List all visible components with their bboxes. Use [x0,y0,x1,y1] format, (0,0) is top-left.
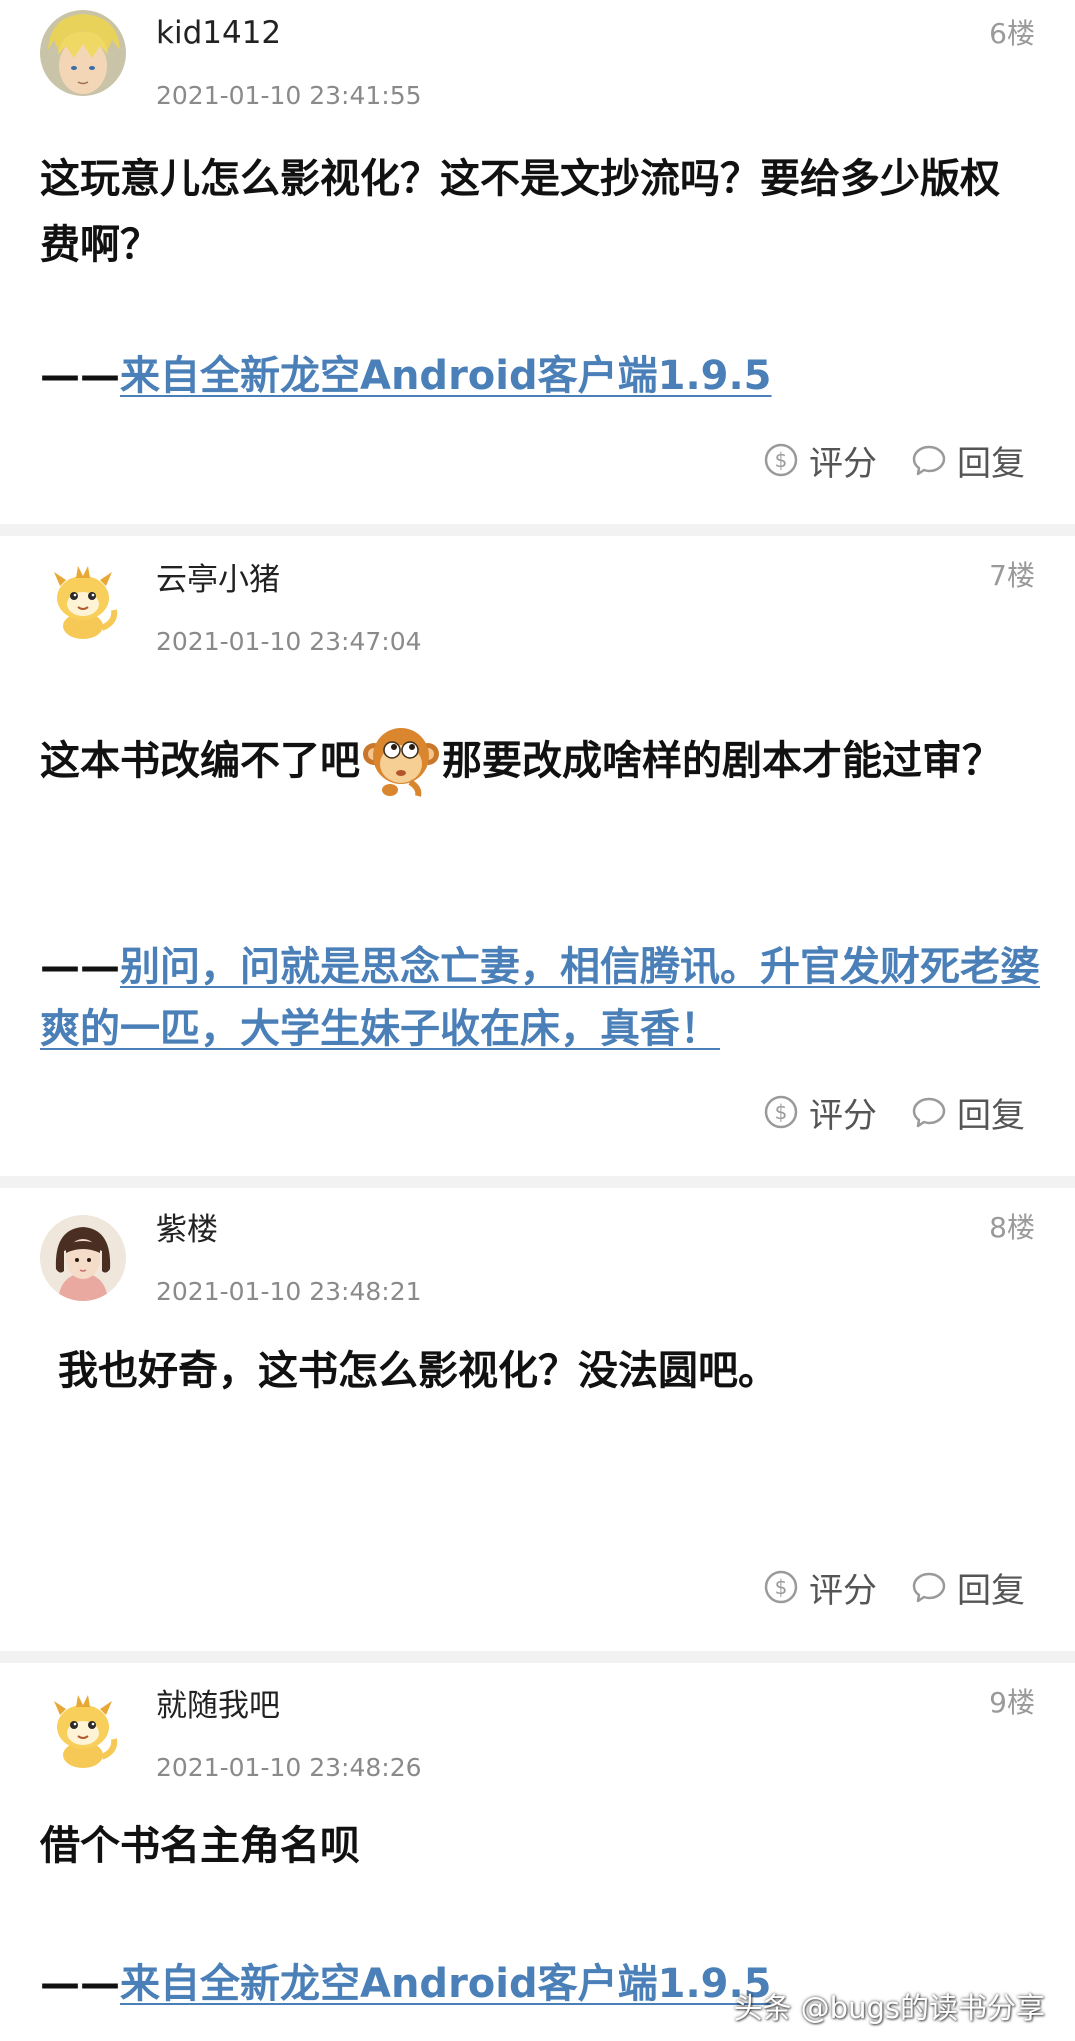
rate-label: 评分 [809,443,877,484]
svg-text:$: $ [775,1575,788,1599]
post-timestamp: 2021-01-10 23:41:55 [156,81,422,110]
floor-number: 8楼 [989,1211,1035,1244]
signature-link[interactable]: 别问，问就是思念亡妻，相信腾讯。升官发财死老婆爽的一匹，大学生妹子收在床，真香！ [40,944,1040,1052]
username[interactable]: 紫楼 [156,1210,218,1250]
floor-number: 6楼 [989,17,1035,50]
svg-text:$: $ [775,1100,788,1124]
post-content-text: 这本书改编不了吧 [40,738,360,784]
signature-dash: —— [40,944,120,990]
post-divider [0,1176,1075,1188]
signature-link[interactable]: 来自全新龙空Android客户端1.9.5 [120,1961,772,2007]
username[interactable]: kid1412 [156,13,281,53]
rate-button[interactable]: $ 评分 [763,1088,877,1137]
reply-label: 回复 [957,1570,1025,1611]
username[interactable]: 云亭小猪 [156,560,280,600]
rate-button[interactable]: $ 评分 [763,436,877,485]
coin-icon: $ [764,1095,798,1129]
post-divider [0,524,1075,536]
floor-number: 9楼 [989,1686,1035,1719]
speech-bubble-icon [912,445,946,476]
post-actions: $ 评分 回复 [763,436,1025,485]
post-divider [0,1651,1075,1663]
coin-icon: $ [764,443,798,477]
post-timestamp: 2021-01-10 23:47:04 [156,627,422,656]
post-timestamp: 2021-01-10 23:48:21 [156,1277,422,1306]
floor-number: 7楼 [989,559,1035,592]
post-6: kid1412 2021-01-10 23:41:55 6楼 这玩意儿怎么影视化… [0,0,1075,400]
signature-dash: —— [40,1961,120,2007]
svg-text:$: $ [775,448,788,472]
avatar[interactable] [40,1215,126,1301]
reply-button[interactable]: 回复 [911,436,1025,485]
monkey-thinking-emoji [360,716,442,798]
watermark: 头条 @bugs的读书分享 [733,1991,1045,2025]
reply-button[interactable]: 回复 [911,1563,1025,1612]
avatar[interactable] [40,10,126,96]
coin-icon: $ [764,1570,798,1604]
rate-button[interactable]: $ 评分 [763,1563,877,1612]
post-content: 借个书名主角名呗 [40,1823,360,1869]
post-content-text: 那要改成啥样的剧本才能过审？ [442,738,1002,784]
post-actions: $ 评分 回复 [763,1563,1025,1612]
post-content: 这玩意儿怎么影视化？这不是文抄流吗？要给多少版权费啊？ [40,156,1000,268]
avatar[interactable] [40,1685,126,1771]
signature-link[interactable]: 来自全新龙空Android客户端1.9.5 [120,353,772,399]
post-7: 云亭小猪 2021-01-10 23:47:04 7楼 这本书改编不了吧 那要改成… [0,536,1075,1166]
post-actions: $ 评分 回复 [763,1088,1025,1137]
rate-label: 评分 [809,1095,877,1136]
username[interactable]: 就随我吧 [156,1686,280,1726]
post-content: 这本书改编不了吧 那要改成啥样的剧本才能过审？ [40,728,1035,797]
rate-label: 评分 [809,1570,877,1611]
post-signature: ——来自全新龙空Android客户端1.9.5 [40,345,1040,407]
reply-button[interactable]: 回复 [911,1088,1025,1137]
speech-bubble-icon [912,1572,946,1603]
reply-label: 回复 [957,1095,1025,1136]
post-timestamp: 2021-01-10 23:48:26 [156,1753,422,1782]
signature-dash: —— [40,353,120,399]
avatar[interactable] [40,556,126,642]
reply-label: 回复 [957,443,1025,484]
post-signature: ——别问，问就是思念亡妻，相信腾讯。升官发财死老婆爽的一匹，大学生妹子收在床，真… [40,936,1040,1060]
post-content: 我也好奇，这书怎么影视化？没法圆吧。 [58,1348,778,1394]
speech-bubble-icon [912,1097,946,1128]
